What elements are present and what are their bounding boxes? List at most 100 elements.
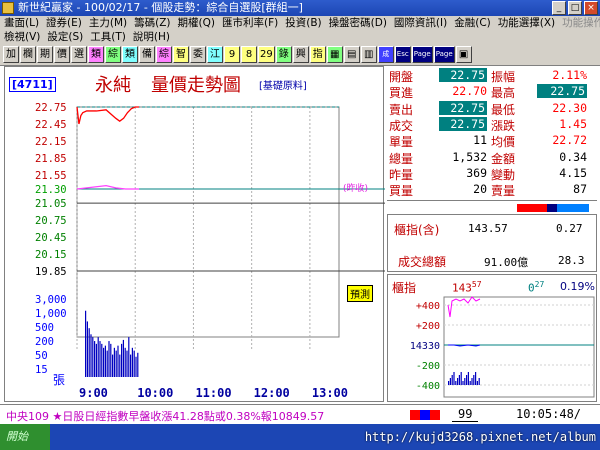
minimize-button[interactable]: _ bbox=[552, 1, 566, 15]
mini-volume-bar bbox=[460, 372, 462, 385]
mini-volume-bar bbox=[466, 375, 468, 385]
start-button[interactable]: 開始 bbox=[0, 424, 50, 450]
mini-tick-label: +400 bbox=[416, 301, 440, 312]
status-bar: 中央109 ★日股日經指數早盤收漲41.28點或0.38%報10849.57 9… bbox=[0, 404, 600, 424]
toolbar-button[interactable]: 價 bbox=[54, 46, 70, 63]
volume-bar bbox=[104, 345, 106, 377]
toolbar-button[interactable]: 綜 bbox=[105, 46, 121, 63]
mini-volume-bar bbox=[455, 381, 457, 385]
maximize-button[interactable]: □ bbox=[568, 1, 582, 15]
quote-value: 20 bbox=[473, 182, 487, 197]
toolbar-button[interactable]: 興 bbox=[292, 46, 309, 63]
menu-item[interactable]: 說明(H) bbox=[133, 30, 170, 44]
x-tick-label: 11:00 bbox=[195, 386, 231, 400]
volume-bar bbox=[130, 354, 132, 377]
app-icon bbox=[2, 2, 14, 14]
forecast-button[interactable]: 預測 bbox=[347, 285, 373, 302]
menu-item[interactable]: 工具(T) bbox=[90, 30, 126, 44]
toolbar-button[interactable]: 備 bbox=[139, 46, 155, 63]
mini-volume-bar bbox=[475, 372, 477, 385]
y-tick-label: 20.45 bbox=[35, 232, 67, 244]
quote-label: 買量 bbox=[389, 184, 414, 199]
volume-bar bbox=[108, 341, 110, 377]
volume-bar bbox=[110, 343, 112, 377]
menu-item[interactable]: 畫面(L) bbox=[4, 16, 39, 30]
menu-item[interactable]: 功能選擇(X) bbox=[498, 16, 555, 30]
toolbar-button[interactable]: 9 bbox=[224, 46, 240, 63]
menu-item[interactable]: 期權(Q) bbox=[178, 16, 215, 30]
volume-bar bbox=[133, 350, 135, 377]
toolbar-button[interactable]: 加 bbox=[3, 46, 19, 63]
close-button[interactable]: × bbox=[584, 1, 598, 15]
toolbar-button[interactable]: 8 bbox=[241, 46, 257, 63]
volume-bar bbox=[128, 337, 130, 377]
y-tick-label: 22.45 bbox=[35, 119, 67, 131]
menu-item[interactable]: 金融(C) bbox=[454, 16, 491, 30]
toolbar-button[interactable]: ▣ bbox=[455, 46, 472, 63]
menu-item[interactable]: 證券(E) bbox=[46, 16, 82, 30]
menu-item[interactable]: 投資(B) bbox=[285, 16, 321, 30]
menu-row-main: 畫面(L) 證券(E) 主力(M) 籌碼(Z) 期權(Q) 匯市利率(F) 投資(B) 操盤密… bbox=[0, 16, 600, 30]
toolbar-button[interactable]: Page bbox=[433, 46, 455, 63]
menu-item[interactable]: 設定(S) bbox=[47, 30, 83, 44]
menu-item[interactable]: 操盤密碼(D) bbox=[329, 16, 387, 30]
quote-value: 22.75 bbox=[439, 100, 487, 115]
toolbar-button[interactable]: ▤ bbox=[343, 46, 360, 63]
toolbar-button[interactable]: 指 bbox=[309, 46, 326, 63]
toolbar-button[interactable]: 綜 bbox=[156, 46, 172, 63]
main-area: [4711] 永純 量價走勢圖 [基礎原料] 9:00 10:00 11:00 12:… bbox=[0, 66, 600, 404]
mini-tick-label: 14330 bbox=[410, 341, 440, 352]
mini-volume-bar bbox=[453, 372, 455, 385]
volume-bar bbox=[86, 321, 88, 377]
mini-volume-bar bbox=[467, 372, 469, 385]
quote-label: 漲跌 bbox=[491, 118, 516, 133]
menu-item[interactable]: 檢視(V) bbox=[4, 30, 40, 44]
quote-label: 金額 bbox=[491, 151, 516, 166]
toolbar-button[interactable]: 錄 bbox=[275, 46, 292, 63]
quote-value: 22.75 bbox=[537, 84, 587, 99]
y-tick-label: 22.75 bbox=[35, 102, 67, 114]
toolbar-button[interactable]: 欄 bbox=[20, 46, 36, 63]
y-tick-label: 22.15 bbox=[35, 136, 67, 148]
toolbar-button[interactable]: ▦ bbox=[326, 46, 343, 63]
toolbar-button[interactable]: 選 bbox=[71, 46, 87, 63]
quote-label: 均價 bbox=[491, 135, 516, 150]
quote-label: 單量 bbox=[389, 135, 414, 150]
window-title: 新世紀贏家 - 100/02/17 - 個股走勢：綜合自選股[群組一] bbox=[18, 1, 303, 14]
menu-bar: 畫面(L) 證券(E) 主力(M) 籌碼(Z) 期權(Q) 匯市利率(F) 投資(B) 操盤密… bbox=[0, 16, 600, 44]
quote-label: 最高 bbox=[491, 86, 516, 101]
volume-bar bbox=[131, 347, 133, 377]
mini-tick-label: -400 bbox=[416, 381, 440, 392]
toolbar-button[interactable]: ▥ bbox=[360, 46, 377, 63]
menu-item[interactable]: 國際資訊(I) bbox=[394, 16, 447, 30]
volume-tick-label: 1,000 bbox=[35, 308, 67, 320]
mini-volume-bar bbox=[473, 375, 475, 385]
x-tick-label: 10:00 bbox=[137, 386, 173, 400]
toolbar-button[interactable]: 智 bbox=[173, 46, 189, 63]
menu-item[interactable]: 主力(M) bbox=[89, 16, 127, 30]
turnover-value: 91.00億 bbox=[484, 256, 529, 269]
menu-item[interactable]: 籌碼(Z) bbox=[134, 16, 170, 30]
index-label: 櫃指(含) bbox=[394, 223, 440, 237]
volume-bar bbox=[135, 356, 137, 377]
toolbar-button[interactable]: 江 bbox=[207, 46, 223, 63]
chart-canvas: 9:00 10:00 11:00 12:00 13:00 22.75 22.45 22.15 2… bbox=[35, 102, 385, 400]
quote-panel: 開盤 22.75 振幅 2.11% 買進 22.70 最高 22.75 賣出 22.75 最低 22.… bbox=[387, 66, 597, 198]
mini-volume-bar bbox=[464, 378, 466, 385]
toolbar-button[interactable]: Esc bbox=[394, 46, 411, 63]
menu-item[interactable]: 匯市利率(F) bbox=[222, 16, 278, 30]
toolbar-button[interactable]: Page bbox=[411, 46, 433, 63]
volume-tick-label: 3,000 bbox=[35, 294, 67, 306]
volume-bar bbox=[126, 350, 128, 377]
menu-item[interactable]: 功能操作(P) bbox=[562, 16, 600, 30]
volume-bar bbox=[124, 347, 126, 377]
status-indicator bbox=[410, 410, 440, 420]
toolbar-button[interactable]: 類 bbox=[122, 46, 138, 63]
taskbar: 開始 http://kujd3268.pixnet.net/album bbox=[0, 424, 600, 450]
toolbar-button[interactable]: 類 bbox=[88, 46, 104, 63]
toolbar-button[interactable]: 委 bbox=[190, 46, 206, 63]
toolbar-button[interactable]: 29 bbox=[258, 46, 275, 63]
toolbar-button[interactable]: 期 bbox=[37, 46, 53, 63]
volume-bar bbox=[95, 343, 97, 377]
toolbar-button[interactable]: 成 bbox=[377, 46, 394, 63]
